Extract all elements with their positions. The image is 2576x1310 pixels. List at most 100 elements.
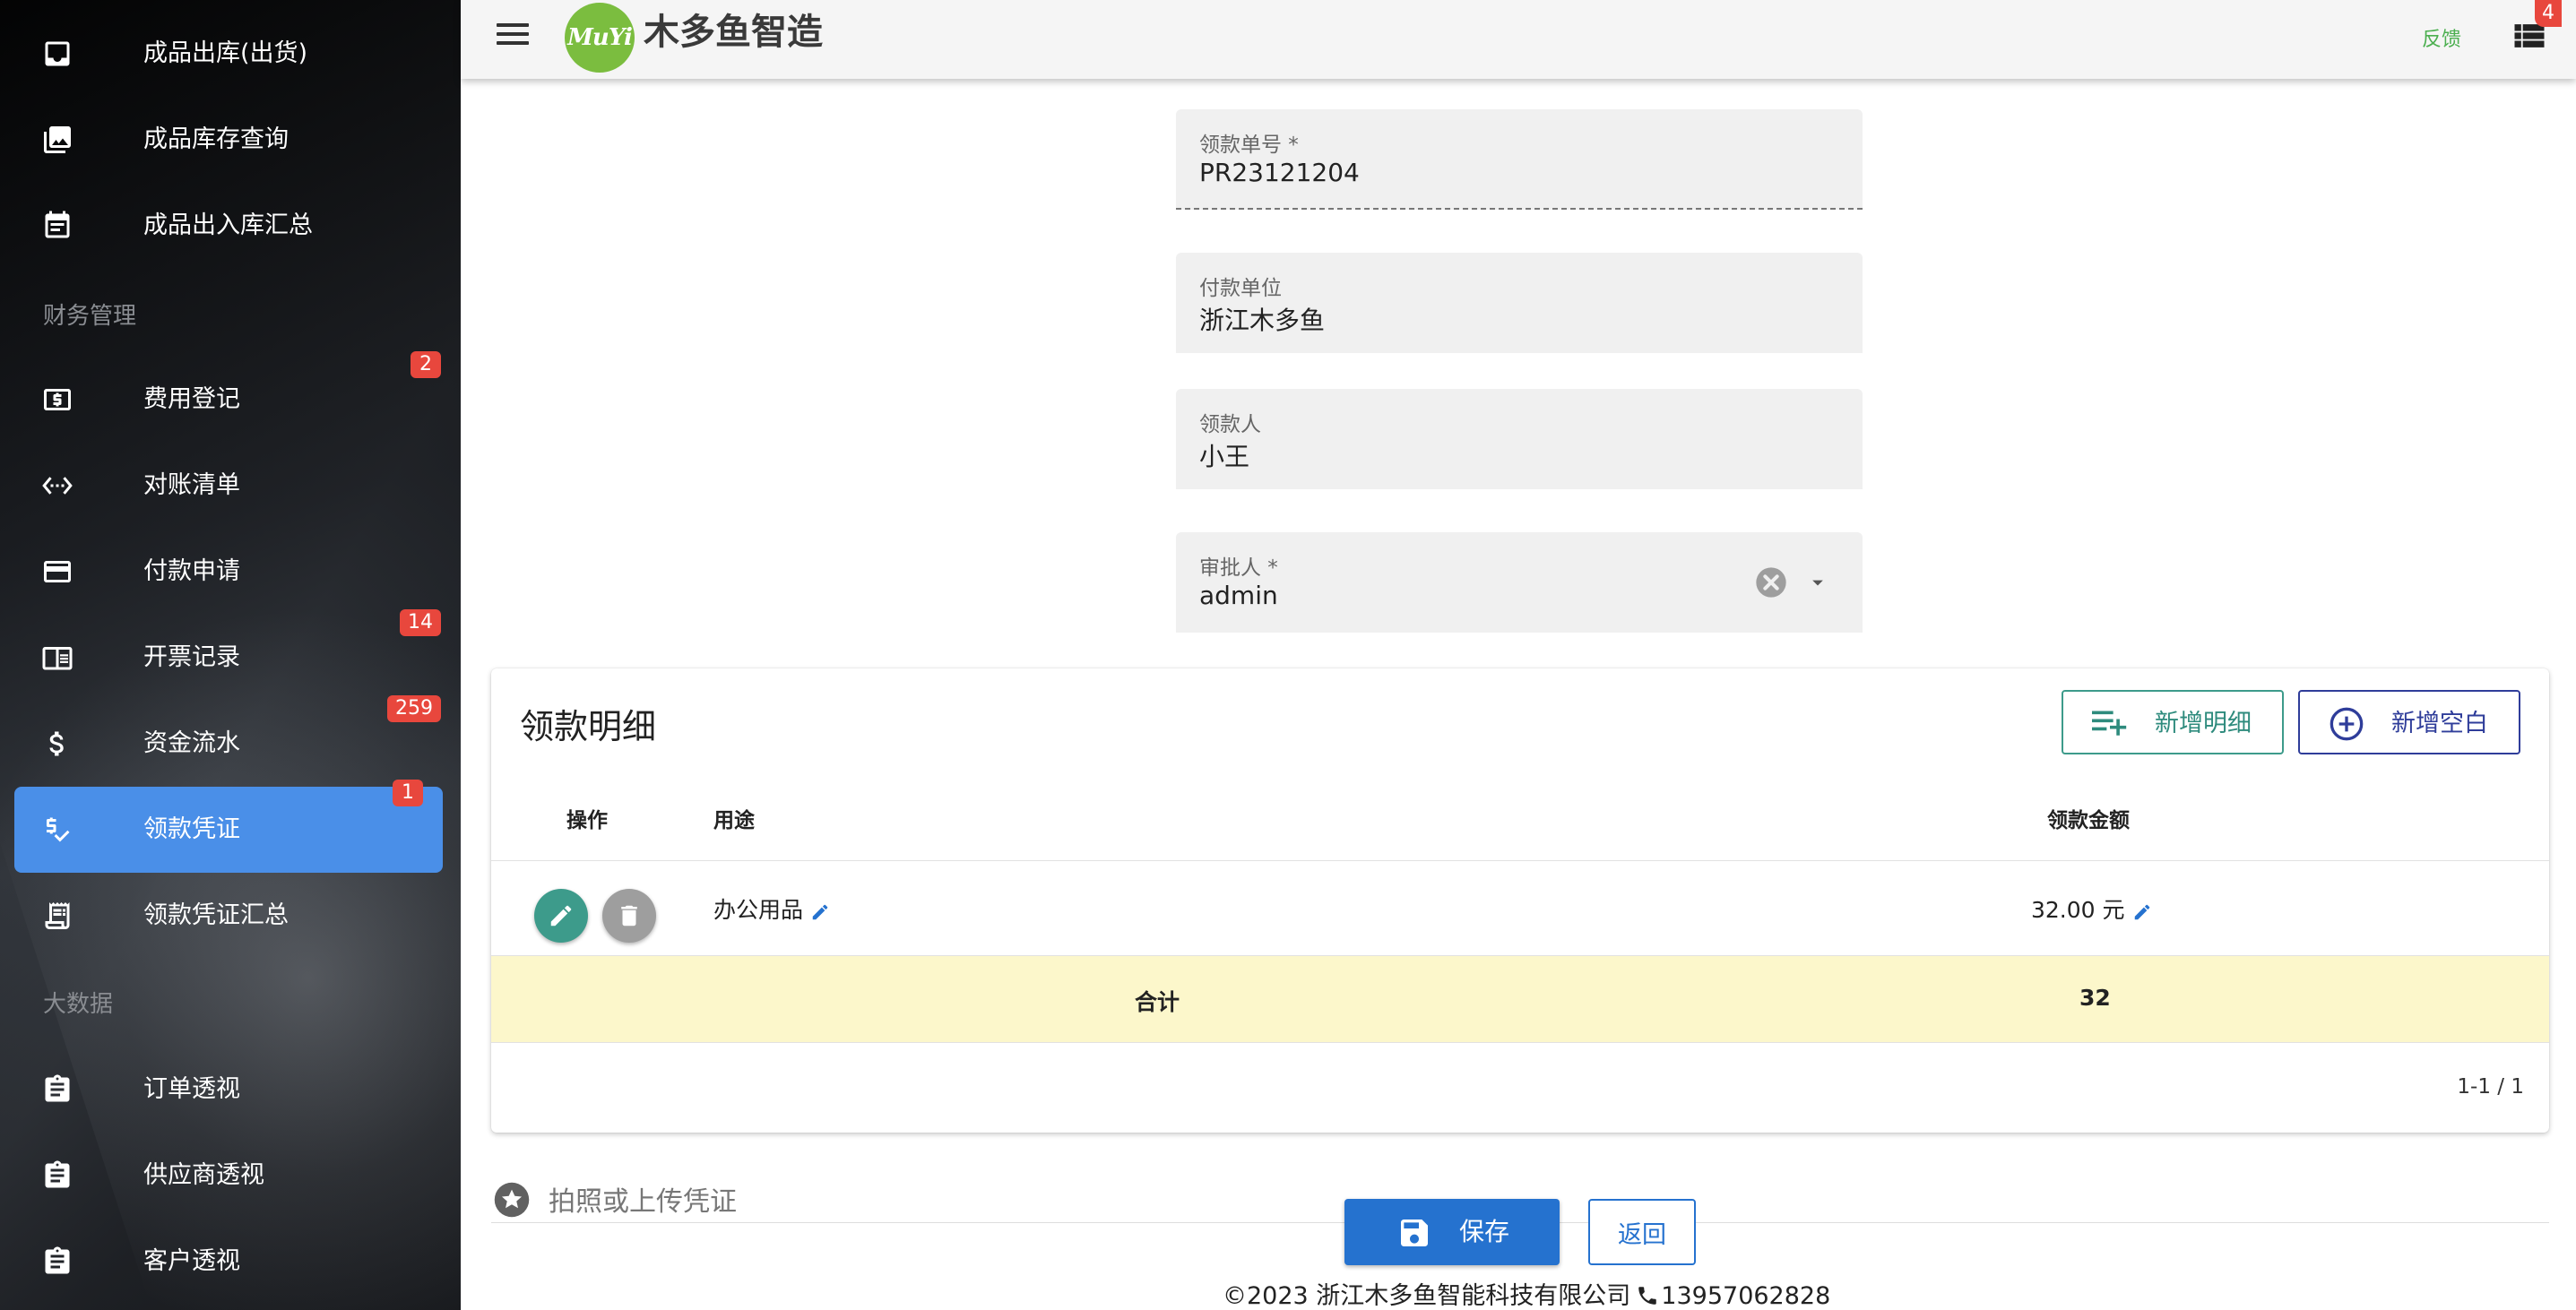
sidebar-badge-voucher: 1 [393, 780, 423, 806]
menu-icon[interactable] [493, 18, 532, 57]
footer-phone: 13957062828 [1661, 1282, 1831, 1310]
sidebar: 成品出库(出货) 成品库存查询 成品出入库汇总 财务管理 2 费用登记 对账清单… [0, 0, 461, 1310]
detail-title: 领款明细 [520, 707, 657, 746]
money-box-icon [41, 384, 73, 416]
payer-value: 浙江木多鱼 [1199, 306, 1326, 335]
sidebar-item-label: 费用登记 [143, 385, 240, 413]
sidebar-item-label: 领款凭证汇总 [143, 901, 289, 929]
payer-label: 付款单位 [1199, 277, 1282, 300]
add-detail-label: 新增明细 [2155, 710, 2252, 737]
star-icon[interactable] [493, 1181, 531, 1219]
calendar-note-icon [41, 210, 73, 242]
sidebar-item-finished-goods-stock[interactable]: 成品库存查询 [14, 97, 443, 183]
sidebar-item-order-pivot[interactable]: 订单透视 [14, 1047, 443, 1133]
dollar-icon [41, 728, 73, 760]
add-blank-label: 新增空白 [2391, 710, 2488, 737]
sidebar-item-label: 成品库存查询 [143, 125, 289, 153]
playlist-add-icon [2090, 706, 2130, 742]
sidebar-item-label: 开票记录 [143, 643, 240, 671]
purpose-cell[interactable]: 办公用品 [713, 892, 830, 925]
clear-icon[interactable] [1753, 565, 1789, 600]
sidebar-item-cash-flow[interactable]: 资金流水 [14, 701, 443, 787]
sidebar-item-customer-pivot[interactable]: 客户透视 [14, 1219, 443, 1305]
column-header-purpose: 用途 [713, 809, 755, 832]
approver-select[interactable]: 审批人 * admin [1176, 532, 1863, 633]
payment-detail-card: 领款明细 新增明细 新增空白 操作 用途 领款金额 办公用品 32.00 元 合… [491, 668, 2549, 1133]
sidebar-item-label: 订单透视 [143, 1075, 240, 1103]
add-detail-button[interactable]: 新增明细 [2062, 690, 2284, 754]
total-value: 32 [2079, 985, 2111, 1011]
sidebar-item-reconciliation[interactable]: 对账清单 [14, 443, 443, 529]
settings-ethernet-icon [41, 470, 73, 502]
total-label: 合计 [1135, 989, 1180, 1015]
receiver-label: 领款人 [1199, 413, 1261, 436]
chevron-down-icon[interactable] [1803, 570, 1832, 595]
clipboard-icon [41, 1073, 73, 1106]
sidebar-badge-invoice: 14 [400, 609, 441, 636]
notification-badge: 4 [2535, 0, 2562, 27]
receipt-number-field[interactable]: 领款单号 * PR23121204 [1176, 109, 1863, 210]
sidebar-badge-cashflow: 259 [387, 695, 441, 722]
sidebar-item-payment-request[interactable]: 付款申请 [14, 529, 443, 615]
clipboard-icon [41, 1245, 73, 1278]
photo-library-icon [41, 124, 73, 156]
sidebar-item-label: 成品出库(出货) [143, 39, 308, 67]
add-blank-button[interactable]: 新增空白 [2298, 690, 2520, 754]
sidebar-item-invoice-records[interactable]: 开票记录 [14, 615, 443, 701]
sidebar-item-label: 供应商透视 [143, 1161, 264, 1189]
brand-logo: MuYi [565, 3, 635, 73]
brand-title: 木多鱼智造 [644, 12, 823, 53]
phone-icon [1636, 1284, 1659, 1307]
inbox-icon [41, 38, 73, 70]
save-label: 保存 [1459, 1217, 1510, 1246]
amount-cell[interactable]: 32.00 元 [2031, 892, 2152, 925]
price-check-icon [41, 814, 73, 846]
sidebar-item-payment-voucher[interactable]: 领款凭证 1 [14, 780, 443, 873]
pagination-info: 1-1 / 1 [2457, 1075, 2524, 1099]
top-app-bar: MuYi 木多鱼智造 反馈 4 [461, 0, 2576, 79]
sidebar-item-label: 客户透视 [143, 1247, 240, 1275]
upload-voucher-label[interactable]: 拍照或上传凭证 [549, 1179, 737, 1219]
feedback-link[interactable]: 反馈 [2422, 23, 2461, 52]
footer-copyright: ©2023 浙江木多鱼智能科技有限公司 [1223, 1282, 1631, 1310]
save-button[interactable]: 保存 [1344, 1199, 1560, 1265]
approver-label: 审批人 * [1199, 556, 1278, 580]
receipt-number-value: PR23121204 [1199, 158, 1360, 187]
footer: ©2023 浙江木多鱼智能科技有限公司 13957062828 [1223, 1276, 1830, 1310]
sidebar-badge-expense: 2 [411, 351, 441, 378]
edit-row-button[interactable] [534, 889, 588, 943]
sidebar-item-label: 对账清单 [143, 471, 240, 499]
receipt-book-icon [41, 642, 73, 674]
receiver-value: 小王 [1199, 442, 1250, 471]
total-row: 合计 32 [491, 955, 2549, 1043]
back-button[interactable]: 返回 [1588, 1199, 1696, 1265]
purpose-value: 办公用品 [713, 897, 804, 923]
receipt-long-icon [41, 900, 73, 932]
delete-row-button[interactable] [602, 889, 656, 943]
sidebar-item-expense-register[interactable]: 费用登记 [14, 357, 443, 443]
column-header-amount: 领款金额 [2047, 809, 2130, 832]
header-divider [491, 860, 2549, 861]
sidebar-item-label: 资金流水 [143, 729, 240, 757]
column-header-action: 操作 [566, 809, 608, 832]
sidebar-item-finished-goods-summary[interactable]: 成品出入库汇总 [14, 183, 443, 269]
clipboard-icon [41, 1159, 73, 1192]
receiver-field[interactable]: 领款人 小王 [1176, 389, 1863, 489]
sidebar-item-supplier-pivot[interactable]: 供应商透视 [14, 1133, 443, 1219]
pencil-icon[interactable] [2132, 901, 2152, 921]
save-icon [1396, 1215, 1432, 1251]
sidebar-item-label: 成品出入库汇总 [143, 211, 313, 239]
approver-value: admin [1199, 581, 1278, 610]
sidebar-item-label: 付款申请 [143, 557, 240, 585]
receipt-number-label: 领款单号 * [1199, 134, 1299, 157]
sidebar-section-finance: 财务管理 [43, 303, 137, 330]
sidebar-item-finished-goods-outbound[interactable]: 成品出库(出货) [14, 11, 443, 97]
amount-value: 32.00 元 [2031, 897, 2125, 923]
sidebar-section-bigdata: 大数据 [43, 991, 114, 1018]
pencil-icon[interactable] [810, 901, 830, 921]
add-circle-icon [2327, 706, 2366, 742]
sidebar-item-label: 领款凭证 [143, 815, 240, 843]
sidebar-item-voucher-summary[interactable]: 领款凭证汇总 [14, 873, 443, 959]
payer-field[interactable]: 付款单位 浙江木多鱼 [1176, 253, 1863, 353]
credit-card-icon [41, 556, 73, 588]
